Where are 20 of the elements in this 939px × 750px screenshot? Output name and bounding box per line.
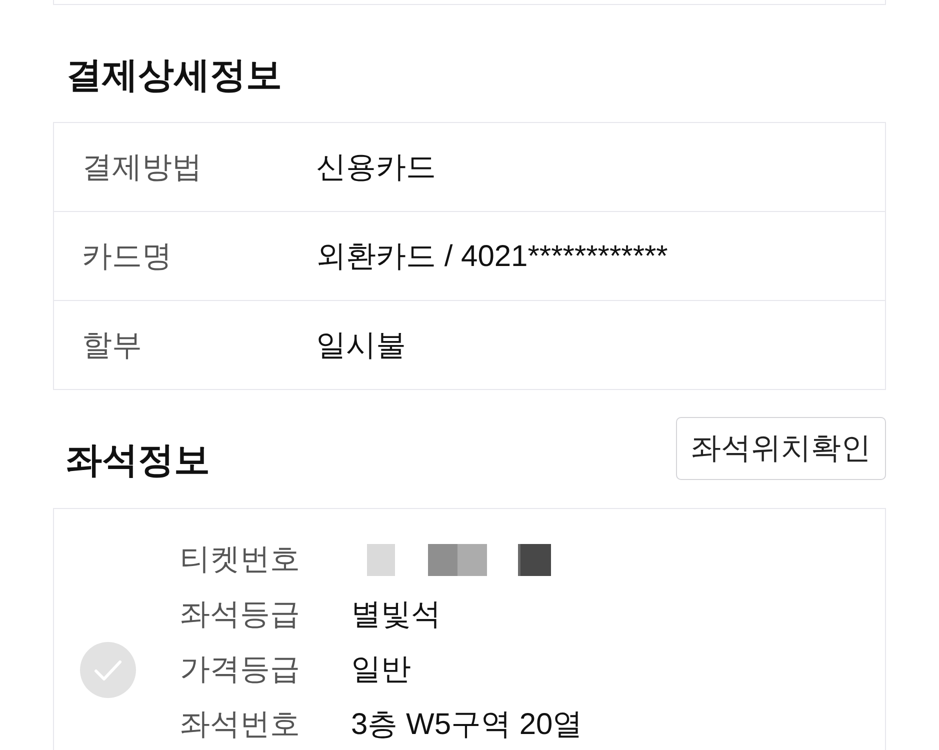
field-label: 가격등급 [180, 652, 300, 688]
redaction-block [428, 544, 487, 576]
field-value: 외환카드 / 4021************ [316, 238, 668, 274]
field-label: 할부 [82, 328, 142, 364]
field-label: 결제방법 [82, 150, 202, 186]
field-value: 일반 [351, 652, 411, 688]
section-title: 좌석정보 [66, 438, 210, 482]
field-label: 좌석번호 [180, 707, 300, 743]
redaction-block [518, 544, 551, 576]
field-value: 3층 W5구역 20열 [351, 707, 583, 743]
field-value: 별빛석 [351, 597, 441, 633]
section-title: 결제상세정보 [66, 53, 282, 97]
field-value: 일시불 [316, 328, 406, 364]
field-label: 티켓번호 [180, 542, 300, 578]
field-value: 신용카드 [316, 150, 436, 186]
seat-location-button[interactable]: 좌석위치확인 [676, 417, 886, 480]
check-circle-icon[interactable] [80, 642, 136, 698]
redaction-block [367, 544, 395, 576]
field-label: 좌석등급 [180, 597, 300, 633]
field-label: 카드명 [82, 238, 172, 274]
